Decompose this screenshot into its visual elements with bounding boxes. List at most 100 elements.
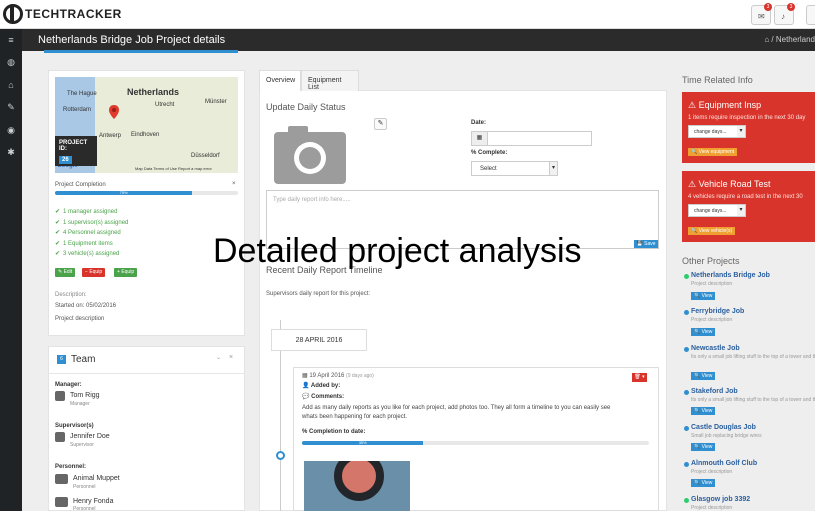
personnel-role: Personnel: [73, 484, 96, 490]
users-icon: [55, 474, 68, 484]
map-footer[interactable]: Map Data Terms of Use Report a map error: [135, 166, 212, 171]
view-button[interactable]: 🔍 View: [691, 328, 716, 336]
edit-photo-button[interactable]: ✎: [374, 118, 387, 130]
other-project-item: Alnmouth Golf Club Project description 🔍…: [684, 460, 815, 494]
project-name[interactable]: Netherlands Bridge Job: [691, 272, 770, 279]
project-name[interactable]: Newcastle Job: [691, 345, 740, 352]
project-name[interactable]: Glasgow job 3392: [691, 496, 750, 503]
home-icon[interactable]: ⌂: [5, 79, 17, 91]
menu-icon[interactable]: ≡: [5, 34, 17, 46]
close-icon[interactable]: ×: [232, 181, 236, 187]
breadcrumb-item[interactable]: Netherland: [776, 35, 815, 44]
title-underline: [44, 50, 238, 53]
close-icon[interactable]: ×: [229, 354, 233, 361]
users-icon: [55, 497, 68, 507]
other-project-item: Netherlands Bridge Job Project descripti…: [684, 272, 815, 306]
project-desc: Project description: [691, 469, 733, 475]
view-button[interactable]: 🔍 View: [691, 407, 716, 415]
globe-icon[interactable]: ◍: [5, 56, 17, 68]
view-button[interactable]: 🔍 View: [691, 372, 716, 380]
view-button[interactable]: 🔍 View: [691, 292, 716, 300]
status-dot-icon: [684, 462, 689, 467]
textarea-placeholder: Type daily report info here.....: [273, 197, 351, 203]
project-name[interactable]: Ferrybridge Job: [691, 308, 744, 315]
logo-icon: [3, 4, 23, 24]
alerts-button[interactable]: ♪ 3: [774, 3, 795, 25]
gear-icon[interactable]: ✱: [5, 146, 17, 158]
manager-role: Manager: [70, 401, 90, 407]
personnel-role: Personnel: [73, 506, 96, 511]
timeline-subheading: Supervisors daily report for this projec…: [266, 291, 371, 297]
collapse-icon[interactable]: ⌄: [216, 354, 221, 361]
tab-equipment-list[interactable]: Equipment List: [301, 70, 359, 91]
photo-object: [334, 461, 384, 501]
other-project-item: Ferrybridge Job Project description 🔍 Vi…: [684, 308, 815, 342]
personnel-name: Animal Muppet: [73, 475, 120, 482]
camera-icon[interactable]: [274, 124, 346, 184]
bell-icon: ♪: [781, 12, 785, 21]
entry-completion-fill: 35%: [302, 441, 424, 445]
other-projects-title: Other Projects: [682, 256, 740, 266]
supervisor-label: Supervisor(s): [55, 423, 94, 429]
home-icon[interactable]: ⌂: [764, 35, 769, 44]
timeline-date: 28 APRIL 2016: [271, 329, 367, 351]
complete-select-value: Select: [480, 166, 497, 172]
add-equip-button[interactable]: + Equip: [114, 268, 138, 277]
wrench-icon[interactable]: ✎: [5, 101, 17, 113]
date-input[interactable]: ▦: [471, 131, 592, 146]
supervisor-role: Supervisor: [70, 442, 94, 448]
project-completion-fill: 75%: [55, 191, 193, 195]
sidebar: ≡ ◍ ⌂ ✎ ◉ ✱: [0, 29, 22, 511]
map-label: The Hague: [67, 91, 97, 97]
view-button[interactable]: 🔍 View: [691, 479, 716, 487]
view-vehicles-button[interactable]: 🔍 View vehicle(s): [688, 227, 736, 235]
breadcrumb: ⌂ / Netherland: [764, 35, 815, 44]
check-item: ✔ 4 Personnel assigned: [55, 230, 121, 236]
messages-badge: 3: [764, 3, 772, 11]
added-by-label: 👤 Added by:: [302, 383, 341, 389]
pencil-icon: ✎: [377, 120, 384, 127]
entry-completion-bar: 35%: [302, 441, 649, 445]
user-menu-button[interactable]: [806, 5, 815, 25]
complete-select[interactable]: Select ▾: [471, 161, 558, 176]
overlay-caption: Detailed project analysis: [213, 232, 582, 270]
title-bar: Netherlands Bridge Job Project details ⌂…: [22, 29, 815, 53]
status-dot-icon: [684, 274, 689, 279]
status-dot-icon: [684, 498, 689, 503]
card-desc: 1 items require inspection in the next 3…: [688, 115, 806, 121]
map-marker-icon[interactable]: ◉: [5, 124, 17, 136]
complete-label: % Complete:: [471, 150, 508, 156]
edit-button[interactable]: ✎ Edit: [55, 268, 76, 277]
save-button[interactable]: 💾 Save: [634, 240, 658, 248]
report-photo[interactable]: [304, 461, 410, 511]
view-button[interactable]: 🔍 View: [691, 443, 716, 451]
card-title: ⚠ Equipment Insp: [688, 100, 762, 110]
project-name[interactable]: Stakeford Job: [691, 388, 738, 395]
logo[interactable]: TECHTRACKER: [3, 4, 122, 24]
project-name[interactable]: Alnmouth Golf Club: [691, 460, 757, 467]
entry-date: ▦ 19 April 2016 (9 days ago): [302, 373, 374, 379]
page-title: Netherlands Bridge Job Project details: [38, 34, 226, 46]
logo-text: TECHTRACKER: [25, 7, 122, 21]
tab-overview[interactable]: Overview: [259, 70, 301, 91]
map-pin-icon[interactable]: [109, 105, 119, 119]
change-days-select[interactable]: change days...: [688, 125, 746, 138]
view-equipment-button[interactable]: 🔍 View equipment: [688, 148, 738, 156]
remove-equip-button[interactable]: − Equip: [82, 268, 106, 277]
delete-entry-button[interactable]: 🗑 ▾: [632, 373, 647, 382]
project-name[interactable]: Castle Douglas Job: [691, 424, 756, 431]
messages-button[interactable]: ✉ 3: [751, 3, 772, 25]
comment-text-2: whats been happening for each project.: [302, 414, 408, 420]
check-icon: ✔: [55, 209, 61, 215]
project-desc: Project description: [691, 505, 733, 511]
map-label: Düsseldorf: [191, 153, 220, 159]
change-days-select[interactable]: change days...: [688, 204, 746, 217]
project-desc: Its only a small job lifting stuff to th…: [691, 354, 815, 360]
personnel-label: Personnel:: [55, 464, 87, 470]
manager-label: Manager:: [55, 382, 82, 388]
project-completion-bar: 75%: [55, 191, 238, 195]
calendar-icon: ▦: [302, 373, 308, 379]
date-label: Date:: [471, 120, 487, 126]
check-item: ✔ 1 Equipment items: [55, 241, 113, 247]
map-label: Eindhoven: [131, 132, 160, 138]
